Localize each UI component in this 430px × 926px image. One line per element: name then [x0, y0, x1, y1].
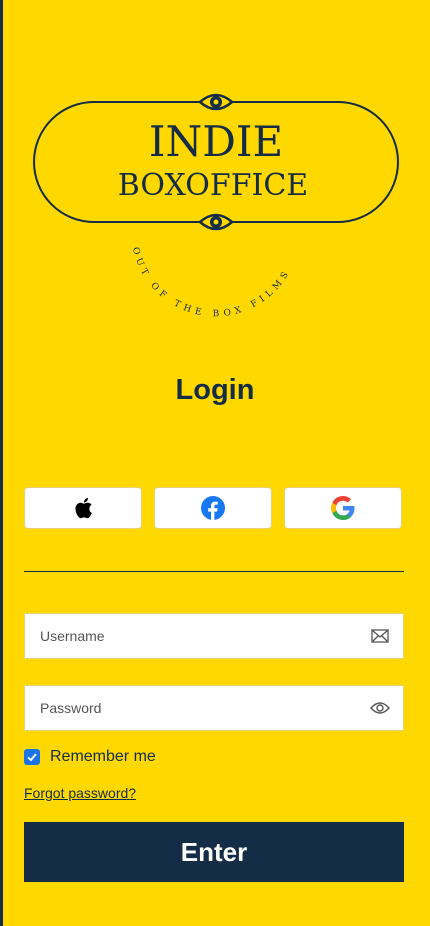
forgot-password-link[interactable]: Forgot password?: [24, 785, 136, 801]
apple-login-button[interactable]: [24, 487, 142, 529]
google-login-button[interactable]: [284, 487, 402, 529]
indie-boxoffice-logo: INDIE BOXOFFICE OUT OF THE BOX FILMS: [33, 93, 399, 319]
remember-me-label: Remember me: [50, 748, 156, 765]
logo-line2: BOXOFFICE: [118, 168, 308, 203]
username-input[interactable]: [25, 613, 369, 659]
facebook-icon: [201, 496, 225, 520]
envelope-icon: [369, 625, 391, 647]
remember-me-checkbox[interactable]: [24, 749, 40, 765]
apple-icon: [75, 497, 92, 519]
left-edge-border: [0, 0, 3, 926]
eye-icon-bottom: [198, 213, 234, 231]
eye-icon-top: [198, 93, 234, 111]
password-field[interactable]: [24, 685, 404, 731]
username-field[interactable]: [24, 613, 404, 659]
logo-tagline: OUT OF THE BOX FILMS: [130, 246, 293, 319]
facebook-login-button[interactable]: [154, 487, 272, 529]
password-input[interactable]: [25, 685, 369, 731]
page-title: Login: [175, 374, 255, 406]
divider: [24, 571, 404, 572]
google-icon: [331, 496, 355, 520]
logo-line1: INDIE: [149, 117, 283, 166]
enter-button[interactable]: Enter: [24, 822, 404, 882]
check-icon: [27, 753, 37, 762]
remember-me-row[interactable]: Remember me: [24, 748, 156, 766]
eye-icon[interactable]: [369, 697, 391, 719]
